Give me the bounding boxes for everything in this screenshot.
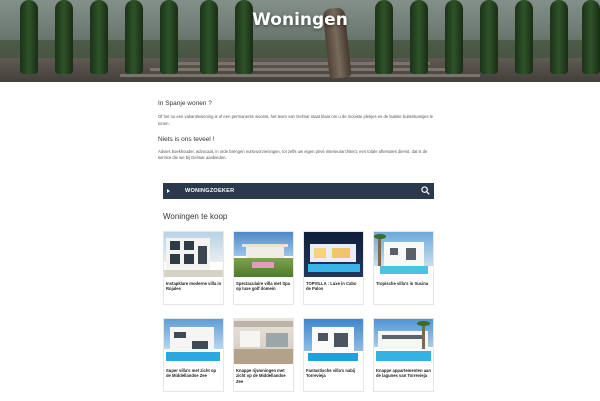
property-card[interactable]: Knappe appartementen aan de lagunes van … (373, 318, 434, 392)
property-photo[interactable] (374, 319, 433, 364)
property-photo[interactable] (164, 319, 223, 364)
hero-banner: Woningen (0, 0, 600, 82)
property-title[interactable]: Knappe rijwoningen met zicht op de Midde… (236, 368, 292, 384)
property-card[interactable]: Spectaculaire villa met Spa op luxe golf… (233, 231, 294, 305)
page-title: Woningen (252, 10, 348, 30)
property-finder-label[interactable]: WONINGZOEKER (185, 188, 234, 194)
property-title[interactable]: Fantastische villa's nabij Torrevieja (306, 368, 362, 379)
property-photo[interactable] (234, 232, 293, 277)
property-photo[interactable] (374, 232, 433, 277)
intro-paragraph-service: Advies boekhouder, advocaat, in orde bre… (158, 148, 428, 161)
property-title[interactable]: TOPVILLA : Luxe in Cabo de Palos (306, 281, 362, 292)
intro-question: In Spanje wonen ? (158, 100, 212, 107)
property-photo[interactable] (304, 232, 363, 277)
property-card[interactable]: Tropische villa's in Sucina (373, 231, 434, 305)
intro-paragraph: Of het nu een vakantiewoning is of een p… (158, 114, 434, 126)
property-photo[interactable] (234, 319, 293, 364)
property-card[interactable]: Fantastische villa's nabij Torrevieja (303, 318, 364, 392)
property-title[interactable]: Instapklare moderne villa in Rojales (166, 281, 222, 292)
intro-section: In Spanje wonen ? Of het nu een vakantie… (158, 100, 434, 162)
property-card[interactable]: Super villa's met zicht op de Middelland… (163, 318, 224, 392)
caret-right-icon[interactable] (167, 189, 170, 193)
property-title[interactable]: Knappe appartementen aan de lagunes van … (376, 368, 432, 379)
property-photo[interactable] (304, 319, 363, 364)
property-card[interactable]: Instapklare moderne villa in Rojales (163, 231, 224, 305)
intro-heading: Niets is ons teveel ! (158, 135, 215, 143)
property-card[interactable]: TOPVILLA : Luxe in Cabo de Palos (303, 231, 364, 305)
property-photo[interactable] (164, 232, 223, 277)
listings-heading: Woningen te koop (163, 212, 228, 221)
property-title[interactable]: Spectaculaire villa met Spa op luxe golf… (236, 281, 292, 292)
property-title[interactable]: Super villa's met zicht op de Middelland… (166, 368, 222, 379)
property-title[interactable]: Tropische villa's in Sucina (376, 281, 432, 286)
property-card[interactable]: Knappe rijwoningen met zicht op de Midde… (233, 318, 294, 392)
search-icon[interactable] (421, 186, 430, 195)
property-finder-bar[interactable]: WONINGZOEKER (163, 183, 434, 199)
